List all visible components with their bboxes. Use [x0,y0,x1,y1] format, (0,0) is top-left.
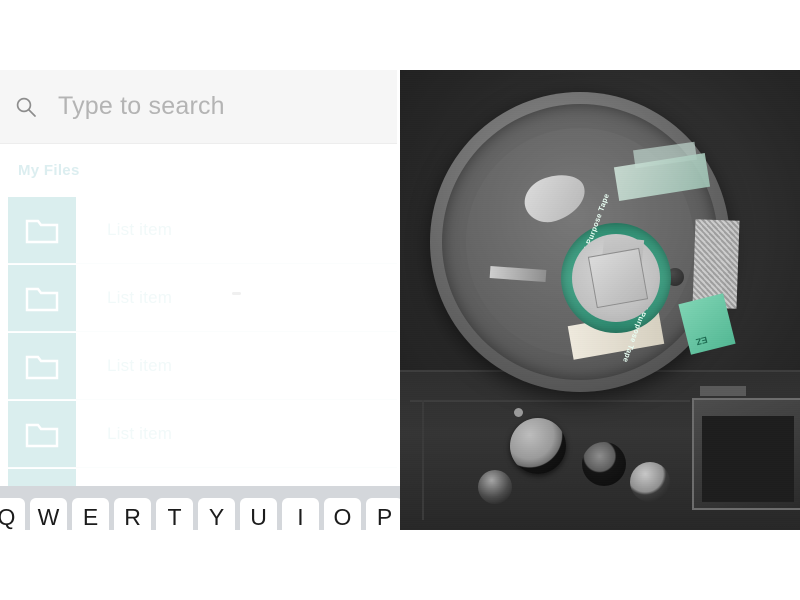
list-item-label: List item [107,356,173,375]
lens-medium [582,442,626,486]
render-artifact [232,292,241,295]
file-list-region: My Files List item List item List item L… [0,144,397,486]
deck-seam [410,400,690,402]
search-bar[interactable] [0,70,397,144]
list-item-label: List item [107,288,173,307]
list-item[interactable]: List item [0,400,397,468]
foam-scrap [518,167,592,229]
list-item-label: List item [107,220,173,239]
folder-icon [25,423,59,447]
key-p[interactable]: P [366,498,400,530]
list-item-thumbnail [8,401,76,467]
list-item-thumbnail [8,197,76,263]
key-q[interactable]: Q [0,498,25,530]
folder-icon [25,355,59,379]
tape-reel-face: EZ Multi-Purpose Tape Multi-Purpose Tape [466,128,740,417]
list-item-label [76,468,397,486]
key-t[interactable]: T [156,498,193,530]
list-item[interactable]: List item [0,264,397,332]
dial-knob [478,470,512,504]
list-item-thumbnail [8,265,76,331]
list-item-label: List item [107,424,173,443]
green-tag-label: EZ [694,334,709,348]
lens-small [630,462,670,502]
key-r[interactable]: R [114,498,151,530]
key-o[interactable]: O [324,498,361,530]
list-item-thumbnail [8,333,76,399]
list-item-thumbnail [8,469,76,486]
folder-icon [25,219,59,243]
key-w[interactable]: W [30,498,67,530]
list-item[interactable]: List item [0,196,397,264]
list-item[interactable]: List item [0,332,397,400]
search-icon[interactable] [14,95,38,119]
key-u[interactable]: U [240,498,277,530]
photo-image: EZ Multi-Purpose Tape Multi-Purpose Tape [400,70,800,530]
key-e[interactable]: E [72,498,109,530]
search-input[interactable] [58,92,358,121]
tape-reel-rim: EZ Multi-Purpose Tape Multi-Purpose Tape [442,104,740,417]
folder-icon [25,287,59,311]
tape-reel: EZ Multi-Purpose Tape Multi-Purpose Tape [430,92,740,417]
list-item-partial[interactable] [0,468,397,486]
deck-seam-vertical [422,400,424,520]
tape-flap [587,247,649,309]
tape-hub [572,234,660,322]
equipment-panel [692,398,800,510]
tape-label-ring: Multi-Purpose Tape Multi-Purpose Tape [561,192,671,364]
small-screw [514,408,523,417]
key-y[interactable]: Y [198,498,235,530]
file-browser-panel: My Files List item List item [0,70,397,486]
section-header-my-files: My Files [18,161,80,179]
panel-top-bar [700,386,746,396]
key-i[interactable]: I [282,498,319,530]
green-sticker-top [613,153,711,201]
camera-photo-panel: EZ Multi-Purpose Tape Multi-Purpose Tape [400,70,800,530]
screen: My Files List item List item [0,0,800,600]
keyboard-row-top: Q W E R T Y U I O P [0,498,400,530]
metal-strip [489,266,547,282]
on-screen-keyboard[interactable]: Q W E R T Y U I O P [0,486,400,530]
equipment-panel-screen [702,416,794,502]
lens-large [510,418,566,474]
